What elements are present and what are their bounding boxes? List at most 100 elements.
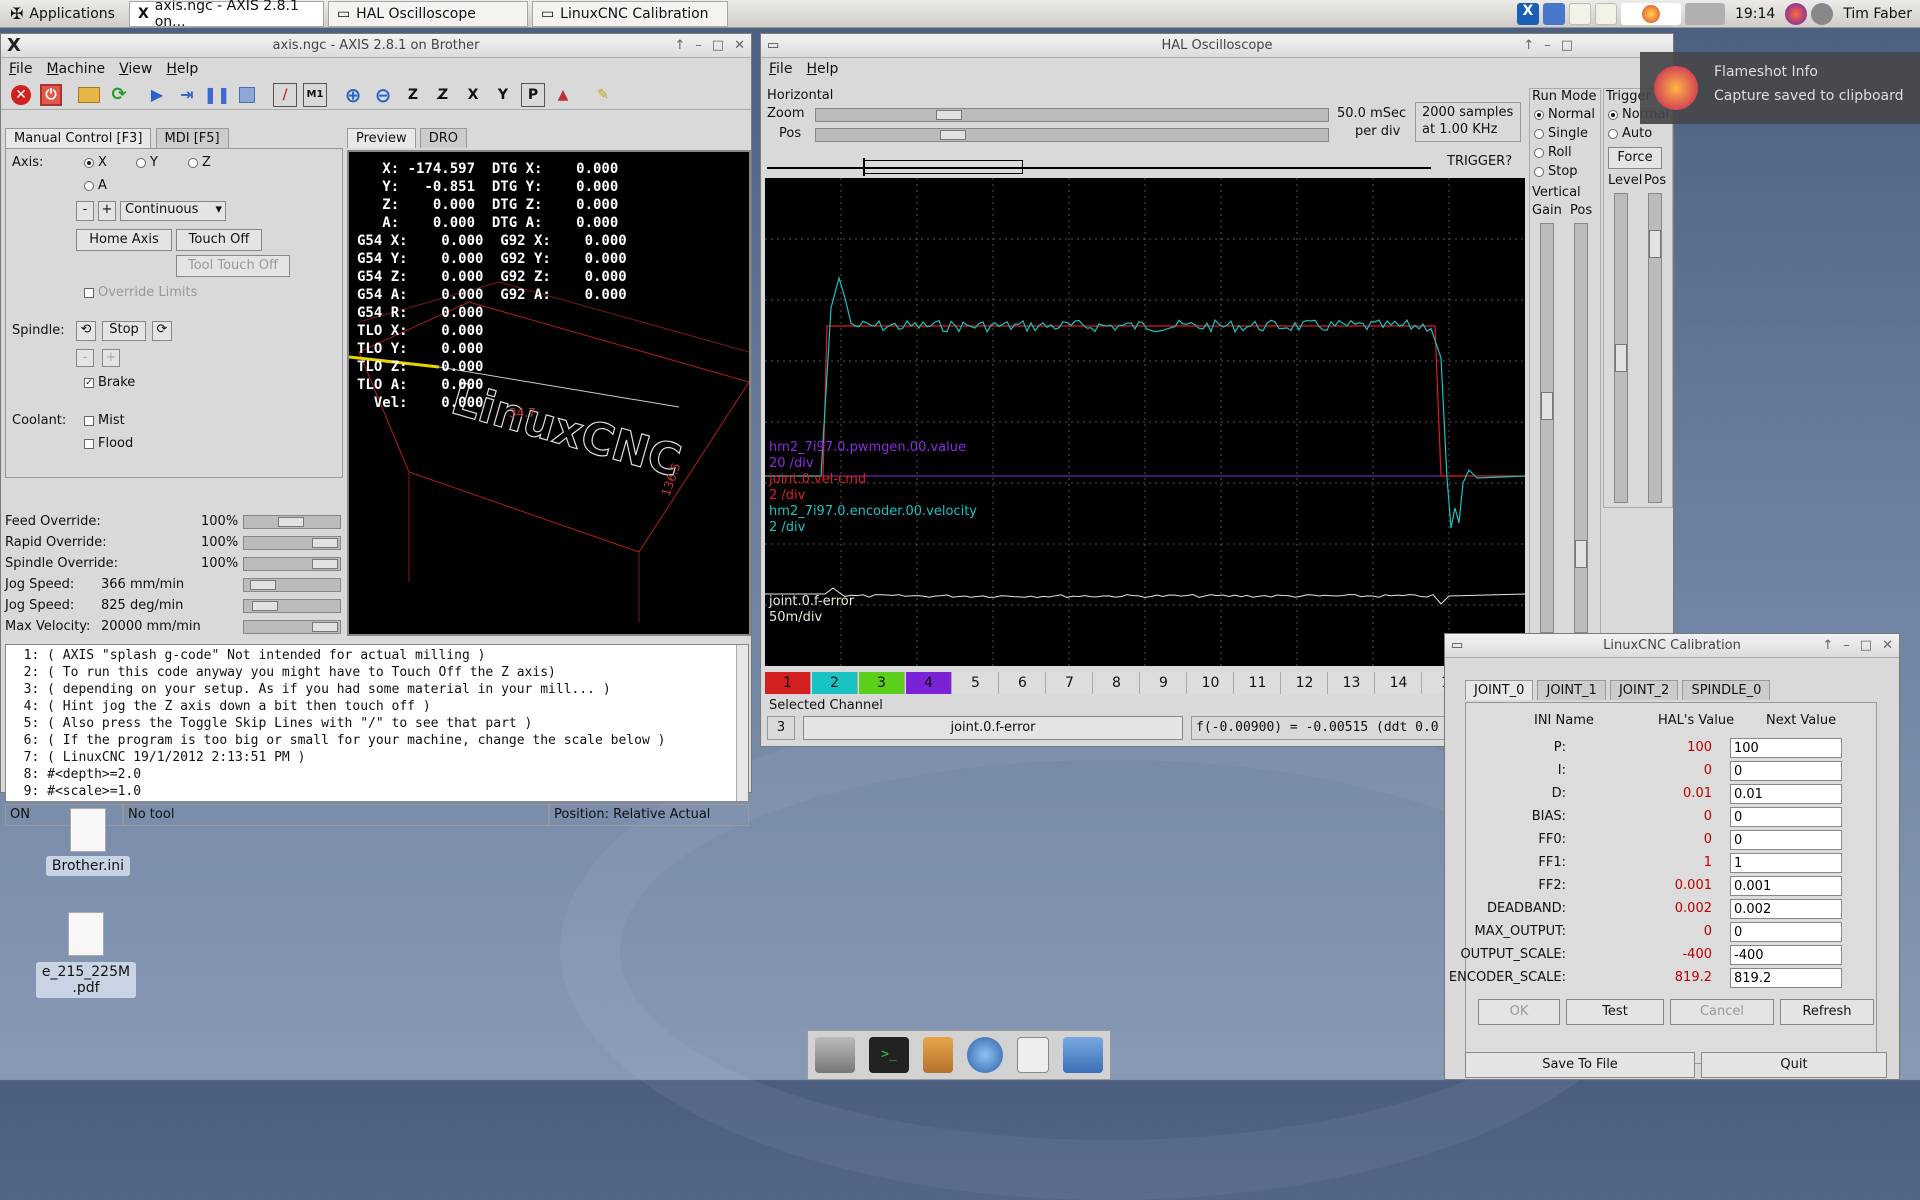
- tab-manual-control[interactable]: Manual Control [F3]: [5, 128, 152, 148]
- axis-titlebar[interactable]: X axis.ngc - AXIS 2.8.1 on Brother ↑ – □…: [1, 34, 751, 58]
- menu-help[interactable]: Help: [806, 61, 838, 77]
- flameshot-tray-icon[interactable]: [1785, 3, 1808, 25]
- menu-machine[interactable]: Machine: [46, 61, 105, 77]
- run-mode-single-radio[interactable]: Single: [1534, 126, 1588, 141]
- tab-joint-2[interactable]: JOINT_2: [1609, 680, 1679, 700]
- channel-8-button[interactable]: 8: [1094, 672, 1140, 694]
- step-icon[interactable]: ⇥: [175, 83, 199, 107]
- home-axis-button[interactable]: Home Axis: [76, 229, 172, 251]
- menu-file[interactable]: File: [9, 61, 32, 77]
- network-tray-icon[interactable]: [1811, 3, 1834, 25]
- axis-radio-y[interactable]: Y: [136, 155, 158, 170]
- folder-icon[interactable]: [1063, 1037, 1103, 1073]
- run-icon[interactable]: ▶: [145, 83, 169, 107]
- zoom-in-icon[interactable]: ⊕: [341, 83, 365, 107]
- channel-6-button[interactable]: 6: [1000, 672, 1046, 694]
- run-mode-normal-radio[interactable]: Normal: [1534, 107, 1595, 122]
- gcode-line[interactable]: 4: ( Hint jog the Z axis down a bit then…: [8, 698, 665, 715]
- files-icon[interactable]: [923, 1037, 953, 1073]
- axis-radio-z[interactable]: Z: [188, 155, 211, 170]
- pin-icon[interactable]: ↑: [1822, 634, 1833, 658]
- applications-menu[interactable]: ✠ Applications: [0, 0, 125, 28]
- close-icon[interactable]: ✕: [1882, 634, 1893, 658]
- tab-dro[interactable]: DRO: [419, 128, 468, 148]
- view-y-icon[interactable]: Y: [491, 83, 515, 107]
- tool-touch-off-button[interactable]: Tool Touch Off: [176, 255, 290, 277]
- rapid-override-slider[interactable]: [243, 536, 341, 550]
- channel-4-button[interactable]: 4: [906, 672, 952, 694]
- jog-mode-select[interactable]: Continuous ▾: [120, 201, 226, 221]
- gcode-line[interactable]: 6: ( If the program is too big or small …: [8, 732, 666, 749]
- gcode-line[interactable]: 9: #<scale>=1.0: [8, 783, 665, 800]
- machine-power-icon[interactable]: ⏻: [39, 83, 63, 107]
- task-linuxcnc-calibration[interactable]: ▭ LinuxCNC Calibration: [531, 0, 728, 27]
- maximize-icon[interactable]: □: [712, 34, 724, 58]
- override-limits-checkbox[interactable]: Override Limits: [84, 285, 197, 300]
- menu-view[interactable]: View: [119, 61, 152, 77]
- browser-icon[interactable]: [967, 1037, 1003, 1073]
- channel-3-button[interactable]: 3: [859, 672, 905, 694]
- spindle-override-slider[interactable]: [243, 557, 341, 571]
- desktop-file-brother-ini[interactable]: Brother.ini: [32, 808, 144, 876]
- jog-speed-angular-slider[interactable]: [243, 599, 341, 613]
- gcode-line[interactable]: 8: #<depth>=2.0: [8, 766, 665, 783]
- save-to-file-button[interactable]: Save To File: [1465, 1052, 1695, 1078]
- spindle-cw-icon[interactable]: ⟳: [152, 321, 172, 341]
- scope-titlebar[interactable]: ▭ HAL Oscilloscope ↑ – □: [761, 34, 1673, 58]
- next-value-encoder-scale[interactable]: [1730, 968, 1842, 988]
- workspace-1-icon[interactable]: [1568, 3, 1591, 25]
- selected-channel-name-button[interactable]: joint.0.f-error: [803, 716, 1183, 740]
- spindle-ccw-icon[interactable]: ⟲: [76, 321, 96, 341]
- spindle-minus-button[interactable]: -: [76, 349, 94, 367]
- maximize-icon[interactable]: □: [1860, 634, 1872, 658]
- user-name[interactable]: Tim Faber: [1843, 6, 1912, 22]
- trigger-level-slider[interactable]: [1614, 193, 1628, 503]
- minimize-icon[interactable]: –: [1544, 34, 1551, 58]
- skip-lines-icon[interactable]: /: [273, 82, 297, 107]
- close-icon[interactable]: ✕: [734, 34, 745, 58]
- view-p-icon[interactable]: P: [521, 82, 545, 107]
- channel-13-button[interactable]: 13: [1329, 672, 1375, 694]
- zoom-out-icon[interactable]: ⊖: [371, 83, 395, 107]
- next-value-bias[interactable]: [1730, 807, 1842, 827]
- jog-speed-slider[interactable]: [243, 578, 341, 592]
- next-value-ff0[interactable]: [1730, 830, 1842, 850]
- task-hal-oscilloscope[interactable]: ▭ HAL Oscilloscope: [327, 0, 528, 27]
- next-value-p[interactable]: [1730, 738, 1842, 758]
- channel-7-button[interactable]: 7: [1047, 672, 1093, 694]
- pin-icon[interactable]: ↑: [1523, 34, 1534, 58]
- search-icon[interactable]: [1017, 1037, 1049, 1073]
- zoom-slider[interactable]: [815, 108, 1329, 122]
- record-position-bar[interactable]: [767, 158, 1431, 176]
- quit-button[interactable]: Quit: [1701, 1052, 1887, 1078]
- clock[interactable]: 19:14: [1735, 6, 1775, 22]
- gcode-scrollbar[interactable]: [736, 645, 748, 801]
- gcode-line[interactable]: 7: ( LinuxCNC 19/1/2012 2:13:51 PM ): [8, 749, 665, 766]
- refresh-button[interactable]: Refresh: [1780, 999, 1874, 1025]
- gcode-line[interactable]: 2: ( To run this code anyway you might h…: [8, 664, 665, 681]
- rotate-view-icon[interactable]: ▲: [551, 83, 575, 107]
- next-value-d[interactable]: [1730, 784, 1842, 804]
- gcode-line[interactable]: 5: ( Also press the Toggle Skip Lines wi…: [8, 715, 665, 732]
- drive-icon[interactable]: [815, 1037, 855, 1073]
- next-value-ff2[interactable]: [1730, 876, 1842, 896]
- maximize-icon[interactable]: □: [1561, 34, 1573, 58]
- workspace-2-icon[interactable]: [1594, 3, 1617, 25]
- firefox-tray-icon[interactable]: [1620, 3, 1681, 25]
- menu-help[interactable]: Help: [166, 61, 198, 77]
- position-slider[interactable]: [815, 128, 1329, 142]
- view-z2-icon[interactable]: Z̸: [431, 83, 455, 107]
- reload-icon[interactable]: ⟳: [107, 83, 131, 107]
- tab-preview[interactable]: Preview: [347, 128, 416, 148]
- pause-icon[interactable]: ❚❚: [204, 83, 231, 107]
- next-value-deadband[interactable]: [1730, 899, 1842, 919]
- terminal-icon[interactable]: >_: [869, 1037, 909, 1073]
- task-axis[interactable]: X axis.ngc - AXIS 2.8.1 on...: [128, 0, 324, 30]
- view-x-icon[interactable]: X: [461, 83, 485, 107]
- view-z-icon[interactable]: Z: [401, 83, 425, 107]
- desktop-file-pdf[interactable]: e_215_225M .pdf: [24, 912, 148, 998]
- gcode-line[interactable]: 3: ( depending on your setup. As if you …: [8, 681, 665, 698]
- vertical-pos-slider[interactable]: [1574, 223, 1588, 633]
- x-tray-icon[interactable]: X: [1516, 3, 1539, 25]
- pin-icon[interactable]: ↑: [674, 34, 685, 58]
